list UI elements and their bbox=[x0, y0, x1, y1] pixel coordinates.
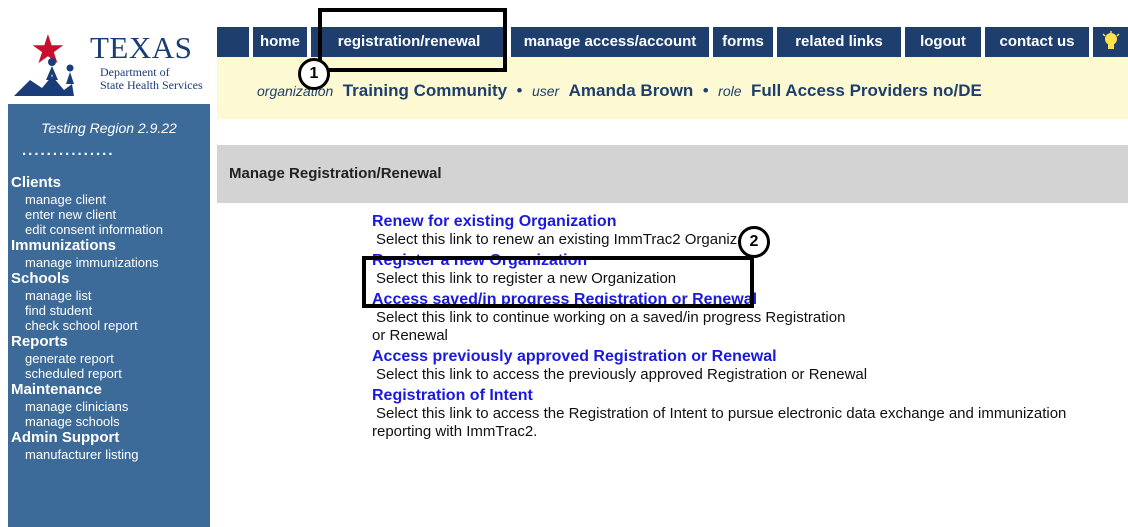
nav-item-edit-consent[interactable]: edit consent information bbox=[11, 222, 210, 237]
tab-spacer bbox=[217, 27, 249, 57]
nav-heading: Reports bbox=[11, 333, 68, 350]
tab-manage-access-account[interactable]: manage access/account bbox=[509, 27, 709, 57]
link-description: Select this link to access the Registrat… bbox=[372, 405, 1067, 440]
tab-contact-us[interactable]: contact us bbox=[983, 27, 1089, 57]
page-header: Manage Registration/Renewal bbox=[217, 145, 1128, 203]
role-label: role bbox=[718, 83, 742, 99]
registration-of-intent-link[interactable]: Registration of Intent bbox=[372, 386, 1112, 405]
nav-heading: Admin Support bbox=[11, 429, 120, 446]
tab-related-links[interactable]: related links bbox=[775, 27, 901, 57]
link-description: Select this link to access the previousl… bbox=[376, 366, 868, 383]
nav-heading: Maintenance bbox=[11, 381, 102, 398]
user-value: Amanda Brown bbox=[568, 81, 694, 100]
region-label: Testing Region 2.9.22 bbox=[41, 120, 177, 136]
role-value: Full Access Providers no/DE bbox=[750, 81, 982, 100]
nav-item-manufacturer-listing[interactable]: manufacturer listing bbox=[11, 447, 210, 462]
logo-title: TEXAS bbox=[90, 30, 193, 65]
access-approved-registration-link[interactable]: Access previously approved Registration … bbox=[372, 347, 1112, 366]
nav-heading: Clients bbox=[11, 174, 62, 191]
logo-dept-line2: State Health Services bbox=[100, 78, 203, 92]
callout-badge-1: 1 bbox=[298, 58, 330, 90]
user-label: user bbox=[531, 83, 560, 99]
sidebar-divider: ............... bbox=[22, 142, 115, 159]
org-value: Training Community bbox=[342, 81, 508, 100]
lightbulb-icon bbox=[1101, 31, 1120, 49]
dshs-logo[interactable]: ★ TEXAS Department of State Health Servi… bbox=[8, 22, 210, 104]
callout-box-1 bbox=[318, 8, 507, 72]
tab-forms[interactable]: forms bbox=[711, 27, 773, 57]
nav-item-generate-report[interactable]: generate report bbox=[11, 351, 210, 366]
nav-section-reports: Reports generate report scheduled report bbox=[11, 333, 210, 381]
logo-department: Department of State Health Services bbox=[100, 66, 203, 92]
nav-heading: Schools bbox=[11, 270, 70, 287]
nav-item-enter-new-client[interactable]: enter new client bbox=[11, 207, 210, 222]
callout-box-2 bbox=[362, 256, 754, 308]
nav-section-schools: Schools manage list find student check s… bbox=[11, 270, 210, 333]
sidebar-nav: Clients manage client enter new client e… bbox=[11, 174, 210, 462]
context-line: organization Training Community • user A… bbox=[257, 81, 982, 101]
nav-item-scheduled-report[interactable]: scheduled report bbox=[11, 366, 210, 381]
link-description: Select this link to continue working on … bbox=[372, 309, 846, 344]
callout-badge-2: 2 bbox=[738, 226, 770, 258]
nav-item-manage-list[interactable]: manage list bbox=[11, 288, 210, 303]
nav-item-manage-client[interactable]: manage client bbox=[11, 192, 210, 207]
nav-item-check-school-report[interactable]: check school report bbox=[11, 318, 210, 333]
nav-heading: Immunizations bbox=[11, 237, 117, 254]
people-figures-icon bbox=[14, 58, 74, 96]
nav-item-manage-immunizations[interactable]: manage immunizations bbox=[11, 255, 210, 270]
tab-home[interactable]: home bbox=[251, 27, 307, 57]
nav-item-manage-schools[interactable]: manage schools bbox=[11, 414, 210, 429]
logo-dept-line1: Department of bbox=[100, 65, 170, 79]
nav-section-admin-support: Admin Support manufacturer listing bbox=[11, 429, 210, 462]
page-title: Manage Registration/Renewal bbox=[229, 165, 442, 182]
tab-logout[interactable]: logout bbox=[903, 27, 981, 57]
renew-existing-org-link[interactable]: Renew for existing Organization bbox=[372, 212, 1112, 231]
help-tab[interactable] bbox=[1091, 27, 1128, 57]
nav-item-find-student[interactable]: find student bbox=[11, 303, 210, 318]
sidebar: ★ TEXAS Department of State Health Servi… bbox=[8, 22, 210, 527]
nav-section-maintenance: Maintenance manage clinicians manage sch… bbox=[11, 381, 210, 429]
nav-section-clients: Clients manage client enter new client e… bbox=[11, 174, 210, 237]
separator: • bbox=[702, 81, 709, 100]
nav-item-manage-clinicians[interactable]: manage clinicians bbox=[11, 399, 210, 414]
nav-section-immunizations: Immunizations manage immunizations bbox=[11, 237, 210, 270]
separator: • bbox=[516, 81, 523, 100]
